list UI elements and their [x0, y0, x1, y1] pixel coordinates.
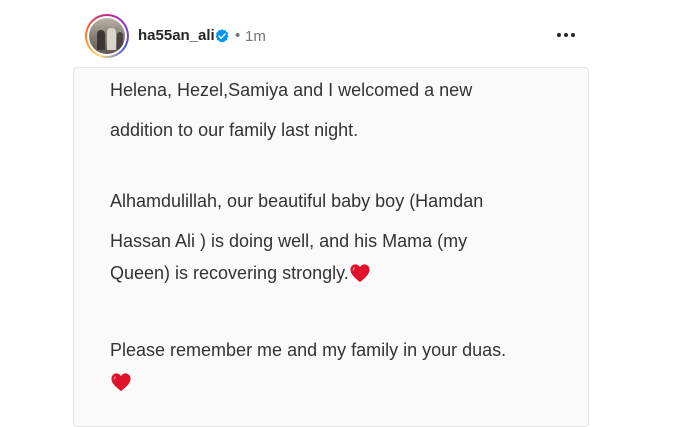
story-ring[interactable]: [85, 14, 129, 58]
username[interactable]: ha55an_ali: [138, 27, 215, 45]
note-text-line: Helena, Hezel,Samiya and I welcomed a ne…: [110, 80, 473, 100]
avatar-border: [87, 16, 127, 56]
heart-icon: [111, 373, 131, 392]
note-text-line: Alhamdulillah, our beautiful baby boy (H…: [110, 191, 484, 211]
note-text-line: addition to our family last night.: [110, 120, 359, 140]
avatar-figure: [117, 32, 123, 50]
note-heart-line: [110, 371, 132, 393]
separator-dot: •: [235, 27, 241, 44]
note-text-line: Hassan Ali ) is doing well, and his Mama…: [110, 231, 468, 251]
dot: [564, 33, 568, 37]
avatar[interactable]: [89, 18, 125, 54]
note-text-line: Queen) is recovering strongly.: [110, 262, 371, 284]
note-text: Queen) is recovering strongly.: [110, 263, 349, 283]
note-card: Helena, Hezel,Samiya and I welcomed a ne…: [73, 67, 589, 427]
dot: [557, 33, 561, 37]
verified-badge-icon: [215, 29, 229, 43]
post-header: ha55an_ali • 1m: [0, 0, 700, 68]
heart-icon: [350, 264, 370, 283]
dot: [571, 33, 575, 37]
more-options-icon[interactable]: [555, 30, 577, 40]
note-text-line: Please remember me and my family in your…: [110, 340, 507, 360]
avatar-figure: [107, 28, 116, 50]
post-timestamp[interactable]: 1m: [245, 28, 266, 46]
avatar-figure: [97, 30, 105, 50]
